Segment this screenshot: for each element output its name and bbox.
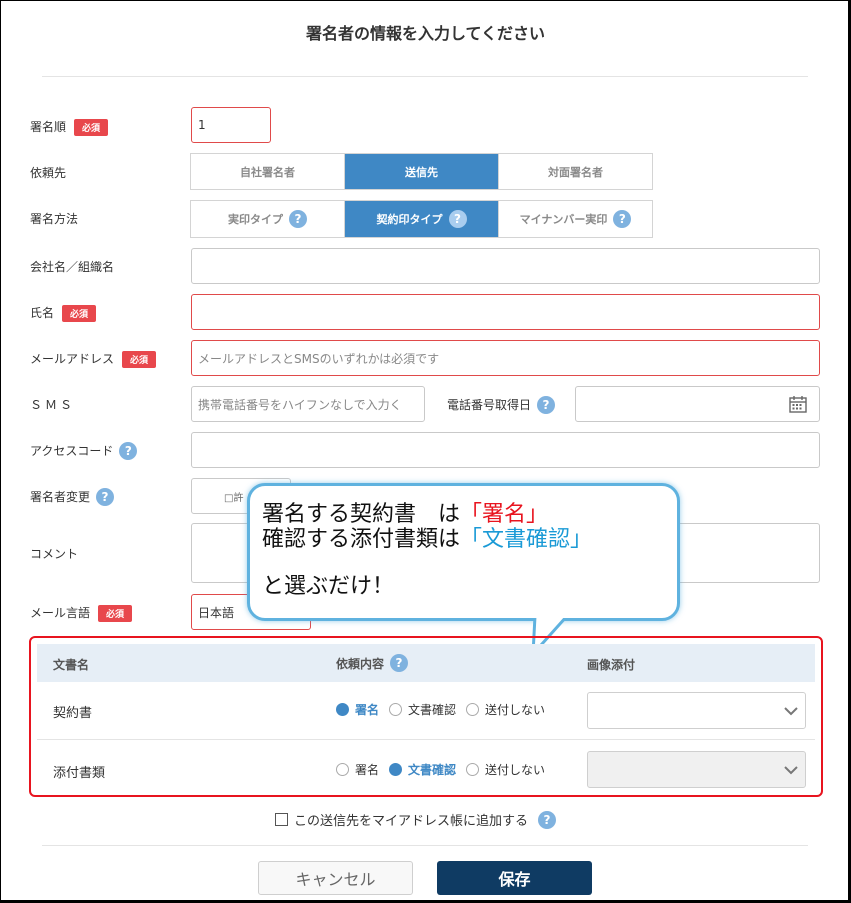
company-label: 会社名／組織名 (30, 260, 115, 274)
table-header: 文書名 依頼内容? 画像添付 (37, 644, 815, 682)
access-code-label: アクセスコード? (30, 442, 138, 460)
signer-change-label: 署名者変更? (30, 488, 115, 506)
sms-input[interactable]: 携帯電話番号をハイフンなしで入力く (191, 386, 425, 422)
sms-label: ＳＭＳ (30, 398, 76, 412)
radio-sign[interactable]: 署名 (336, 761, 379, 778)
requestee-own-signer[interactable]: 自社署名者 (191, 154, 345, 189)
callout-line1: 署名する契約書 は「署名」 (262, 502, 549, 527)
callout-line2: 確認する添付書類は「文書確認」 (262, 527, 593, 552)
help-icon[interactable]: ? (448, 210, 467, 228)
request-radios: 署名 文書確認 送付しない (336, 701, 555, 718)
required-badge: 必須 (62, 305, 97, 322)
method-label: 署名方法 (30, 212, 79, 226)
requestee-segment: 自社署名者 送信先 対面署名者 (190, 153, 653, 190)
image-attach-select[interactable] (587, 692, 806, 729)
help-icon[interactable]: ? (613, 210, 632, 228)
requestee-in-person[interactable]: 対面署名者 (499, 154, 652, 189)
help-icon[interactable]: ? (390, 654, 409, 672)
radio-confirm[interactable]: 文書確認 (389, 701, 456, 718)
access-code-input[interactable] (191, 432, 820, 468)
divider (42, 845, 808, 846)
phone-date-input[interactable] (575, 386, 820, 422)
header-request: 依頼内容? (336, 654, 409, 672)
chevron-down-icon (784, 766, 798, 775)
phone-date-label: 電話番号取得日? (447, 396, 556, 414)
method-segment: 実印タイプ? 契約印タイプ? マイナンバー実印? (190, 200, 653, 238)
method-keiyakuin[interactable]: 契約印タイプ? (345, 201, 499, 237)
header-image: 画像添付 (587, 658, 636, 672)
document-table: 文書名 依頼内容? 画像添付 契約書 署名 文書確認 送付しない 添付書類 署名… (29, 636, 823, 797)
calendar-icon[interactable] (789, 395, 807, 413)
request-radios: 署名 文書確認 送付しない (336, 761, 555, 778)
required-badge: 必須 (122, 351, 157, 368)
method-jitsuin[interactable]: 実印タイプ? (191, 201, 345, 237)
requestee-recipient[interactable]: 送信先 (345, 154, 499, 189)
required-badge: 必須 (98, 605, 133, 622)
requestee-label: 依頼先 (30, 166, 67, 180)
mail-language-label: メール言語 必須 (30, 604, 133, 622)
method-mynumber[interactable]: マイナンバー実印? (499, 201, 652, 237)
help-icon[interactable]: ? (96, 488, 115, 506)
email-input[interactable]: メールアドレスとSMSのいずれかは必須です (191, 340, 820, 376)
callout-line3: と選ぶだけ！ (262, 574, 395, 599)
help-icon[interactable]: ? (289, 210, 307, 228)
order-input[interactable]: 1 (191, 107, 271, 143)
radio-no-send[interactable]: 送付しない (466, 701, 545, 718)
email-label: メールアドレス 必須 (30, 350, 157, 368)
divider (42, 76, 808, 77)
dialog-title: 署名者の情報を入力してください (305, 24, 546, 43)
cancel-button[interactable]: キャンセル (258, 861, 413, 895)
image-attach-select-disabled (587, 751, 806, 788)
name-label: 氏名 必須 (30, 304, 97, 322)
address-book-checkbox[interactable] (275, 813, 288, 826)
comment-label: コメント (30, 547, 79, 561)
radio-sign[interactable]: 署名 (336, 701, 379, 718)
help-icon[interactable]: ? (119, 442, 138, 460)
radio-confirm[interactable]: 文書確認 (389, 761, 456, 778)
chevron-down-icon (784, 707, 798, 716)
table-row: 添付書類 署名 文書確認 送付しない (37, 740, 815, 795)
radio-no-send[interactable]: 送付しない (466, 761, 545, 778)
order-label: 署名順 必須 (30, 118, 109, 136)
table-row: 契約書 署名 文書確認 送付しない (37, 682, 815, 740)
help-icon[interactable]: ? (538, 810, 557, 829)
address-book-option[interactable]: この送信先をマイアドレス帳に追加する ? (275, 810, 557, 829)
doc-name: 契約書 (53, 706, 93, 721)
required-badge: 必須 (74, 119, 109, 136)
callout-bubble: 署名する契約書 は「署名」 確認する添付書類は「文書確認」 と選ぶだけ！ (247, 483, 680, 621)
save-button[interactable]: 保存 (437, 861, 592, 895)
company-input[interactable] (191, 248, 820, 284)
header-doc-name: 文書名 (53, 658, 90, 672)
name-input[interactable] (191, 294, 820, 330)
doc-name: 添付書類 (53, 766, 106, 781)
help-icon[interactable]: ? (537, 396, 556, 414)
